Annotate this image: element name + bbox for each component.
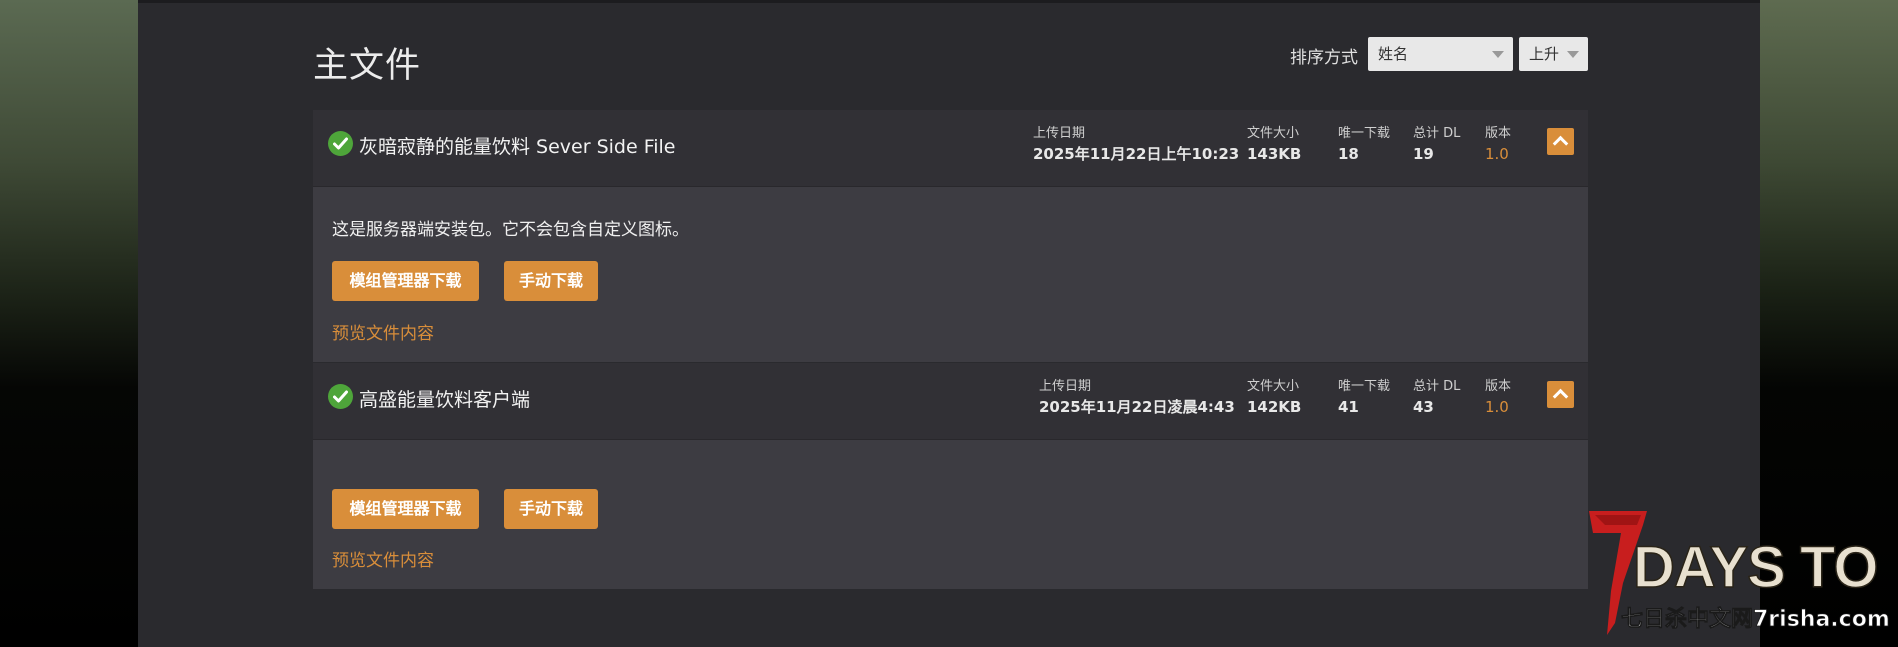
file-title: 高盛能量饮料客户端 bbox=[359, 389, 531, 411]
version: 版本 1.0 bbox=[1485, 378, 1511, 418]
total-downloads-label: 总计 DL bbox=[1413, 379, 1461, 394]
sort-select[interactable]: 姓名 bbox=[1368, 37, 1513, 71]
file-size-value: 142KB bbox=[1247, 398, 1302, 416]
file-header[interactable]: 灰暗寂静的能量饮料 Sever Side File 上传日期 2025年11月2… bbox=[313, 110, 1588, 187]
upload-date-value: 2025年11月22日上午10:23 bbox=[1033, 145, 1240, 163]
file-size: 文件大小 143KB bbox=[1247, 125, 1301, 165]
chevron-down-icon bbox=[1492, 51, 1504, 58]
check-icon bbox=[328, 384, 353, 409]
background-left bbox=[0, 0, 138, 647]
sort-select-value: 姓名 bbox=[1378, 45, 1409, 63]
upload-date-label: 上传日期 bbox=[1039, 379, 1092, 394]
order-select[interactable]: 上升 bbox=[1519, 37, 1588, 71]
preview-file-contents-link[interactable]: 预览文件内容 bbox=[332, 546, 434, 571]
mod-manager-download-button[interactable]: 模组管理器下载 bbox=[332, 489, 479, 529]
site-watermark-text: 七日杀中文网7risha.com bbox=[1621, 606, 1890, 632]
version-label: 版本 bbox=[1485, 126, 1512, 141]
unique-downloads-label: 唯一下载 bbox=[1338, 126, 1391, 141]
file-card: 灰暗寂静的能量饮料 Sever Side File 上传日期 2025年11月2… bbox=[313, 110, 1588, 362]
file-size-label: 文件大小 bbox=[1247, 379, 1300, 394]
unique-downloads: 唯一下载 18 bbox=[1338, 125, 1390, 165]
unique-downloads: 唯一下载 41 bbox=[1338, 378, 1390, 418]
file-size: 文件大小 142KB bbox=[1247, 378, 1301, 418]
total-downloads: 总计 DL 19 bbox=[1413, 125, 1460, 165]
total-downloads-label: 总计 DL bbox=[1413, 126, 1461, 141]
upload-date: 上传日期 2025年11月22日凌晨4:43 bbox=[1039, 378, 1235, 418]
version-value: 1.0 bbox=[1485, 145, 1509, 163]
file-title: 灰暗寂静的能量饮料 Sever Side File bbox=[359, 136, 676, 158]
unique-downloads-value: 41 bbox=[1338, 398, 1359, 416]
order-select-value: 上升 bbox=[1529, 45, 1560, 63]
chevron-up-icon bbox=[1552, 135, 1569, 152]
unique-downloads-label: 唯一下载 bbox=[1338, 379, 1391, 394]
file-card: 高盛能量饮料客户端 上传日期 2025年11月22日凌晨4:43 文件大小 14… bbox=[313, 363, 1588, 589]
preview-file-contents-link[interactable]: 预览文件内容 bbox=[332, 319, 434, 344]
chevron-down-icon bbox=[1567, 51, 1579, 58]
file-description: 这是服务器端安装包。它不会包含自定义图标。 bbox=[332, 220, 689, 240]
collapse-button[interactable] bbox=[1547, 128, 1574, 155]
chevron-up-icon bbox=[1552, 388, 1569, 405]
page-title: 主文件 bbox=[313, 46, 422, 86]
unique-downloads-value: 18 bbox=[1338, 145, 1359, 163]
check-icon bbox=[328, 131, 353, 156]
manual-download-button[interactable]: 手动下载 bbox=[504, 489, 598, 529]
mod-manager-download-button[interactable]: 模组管理器下载 bbox=[332, 261, 479, 301]
collapse-button[interactable] bbox=[1547, 381, 1574, 408]
upload-date-label: 上传日期 bbox=[1033, 126, 1086, 141]
version-value: 1.0 bbox=[1485, 398, 1509, 416]
upload-date-value: 2025年11月22日凌晨4:43 bbox=[1039, 398, 1235, 416]
svg-text:DAYS TO DIE: DAYS TO DIE bbox=[1633, 535, 1895, 600]
manual-download-button[interactable]: 手动下载 bbox=[504, 261, 598, 301]
version-label: 版本 bbox=[1485, 379, 1512, 394]
total-downloads: 总计 DL 43 bbox=[1413, 378, 1460, 418]
total-downloads-value: 43 bbox=[1413, 398, 1434, 416]
site-watermark-logo: DAYS TO DIE 七日杀中文网7risha.com bbox=[1589, 511, 1895, 635]
file-size-value: 143KB bbox=[1247, 145, 1302, 163]
version: 版本 1.0 bbox=[1485, 125, 1511, 165]
file-header[interactable]: 高盛能量饮料客户端 上传日期 2025年11月22日凌晨4:43 文件大小 14… bbox=[313, 363, 1588, 440]
sort-label: 排序方式 bbox=[1290, 48, 1358, 68]
total-downloads-value: 19 bbox=[1413, 145, 1434, 163]
upload-date: 上传日期 2025年11月22日上午10:23 bbox=[1033, 125, 1239, 165]
top-border bbox=[138, 0, 1760, 3]
file-size-label: 文件大小 bbox=[1247, 126, 1300, 141]
